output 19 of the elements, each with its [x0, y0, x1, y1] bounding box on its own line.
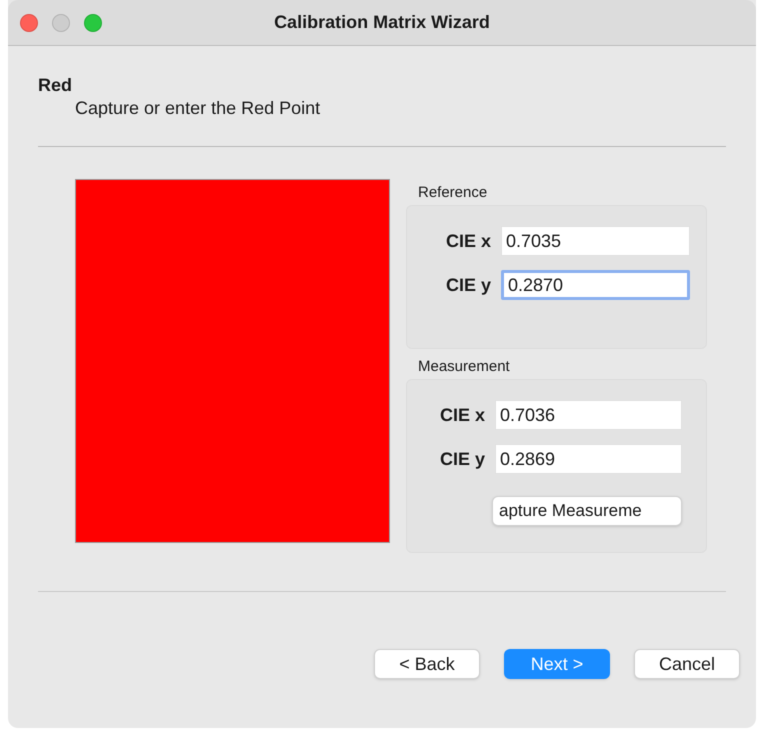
- input-field[interactable]: 0.7035: [501, 226, 690, 256]
- capture-measurement-button[interactable]: apture Measureme: [492, 496, 682, 526]
- input-field[interactable]: 0.7036: [495, 400, 682, 430]
- minimize-window-button[interactable]: [52, 14, 70, 32]
- field-label: CIE x: [438, 404, 485, 426]
- window-title: Calibration Matrix Wizard: [274, 11, 490, 34]
- field-label: CIE x: [444, 230, 491, 252]
- input-field[interactable]: 0.2870: [501, 270, 690, 300]
- group-title: Reference: [418, 183, 488, 203]
- input-field[interactable]: 0.2869: [495, 444, 682, 474]
- group-title: Measurement: [418, 357, 511, 377]
- dialog-button[interactable]: Cancel: [634, 649, 740, 679]
- page-heading: Red: [38, 74, 74, 96]
- close-window-button[interactable]: [20, 14, 38, 32]
- field-label: CIE y: [438, 448, 485, 471]
- page-subtitle: Capture or enter the Red Point: [75, 97, 322, 120]
- zoom-window-button[interactable]: [84, 14, 102, 32]
- dialog-button[interactable]: < Back: [374, 649, 480, 679]
- field-label: CIE y: [444, 274, 491, 297]
